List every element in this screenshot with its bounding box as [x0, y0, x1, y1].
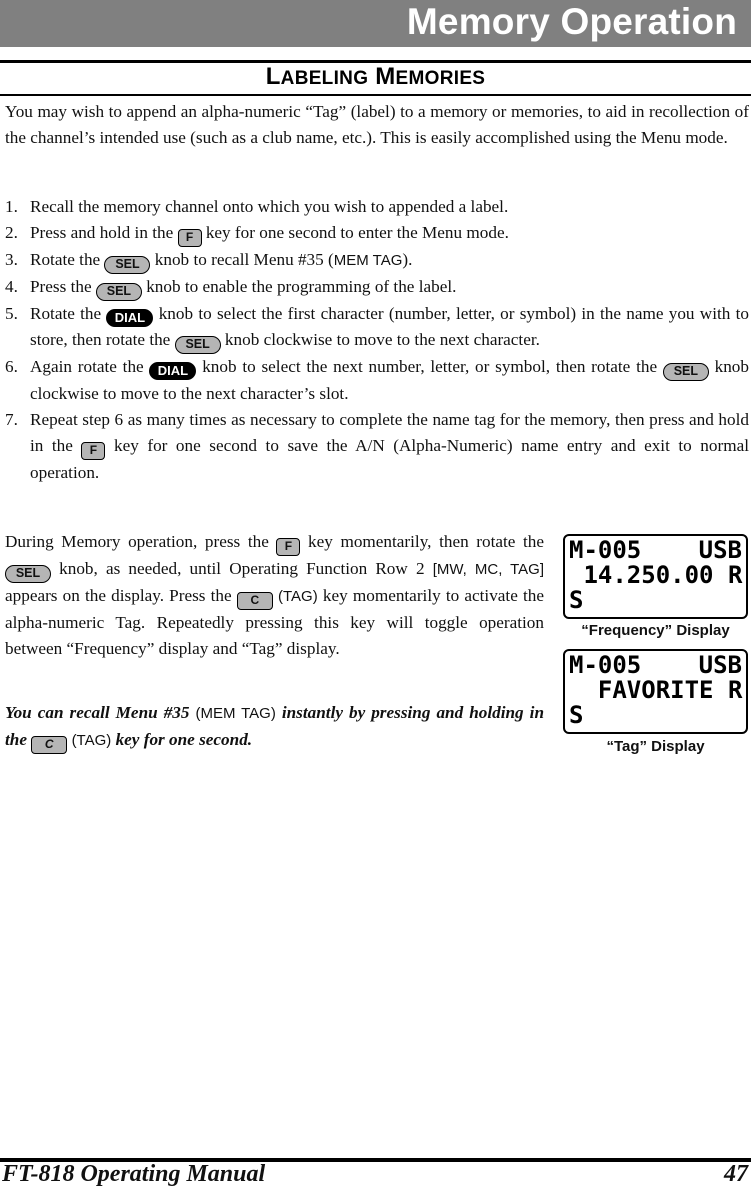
f-key-icon: F — [81, 442, 106, 460]
sel-knob-icon: SEL — [95, 283, 142, 301]
c-key-icon: C — [31, 736, 68, 754]
dial-knob-icon: DIAL — [106, 309, 154, 327]
list-item: 4. Press the SEL knob to enable the prog… — [5, 274, 749, 301]
f-key-icon: F — [177, 229, 202, 247]
sel-knob-icon: SEL — [104, 256, 151, 274]
section-rule — [0, 94, 751, 96]
tag-toggle-paragraph: During Memory operation, press the F key… — [5, 532, 544, 658]
f-key-icon: F — [276, 538, 301, 556]
list-item: 2. Press and hold in the F key for one s… — [5, 220, 749, 247]
manual-title: FT-818 Operating Manual — [2, 1161, 266, 1187]
list-item: 5. Rotate the DIAL knob to select the fi… — [5, 301, 749, 354]
c-key-icon: C — [236, 592, 273, 610]
tag-display-caption: “Tag” Display — [606, 738, 705, 755]
list-item: 3. Rotate the SEL knob to recall Menu #3… — [5, 247, 749, 274]
sel-knob-icon: SEL — [662, 363, 709, 381]
tag-display-lcd: M-005 USB FAVORITE R S — [563, 649, 748, 734]
page-number: 47 — [724, 1161, 748, 1187]
list-item: 7. Repeat step 6 as many times as necess… — [5, 410, 749, 482]
list-item: 6. Again rotate the DIAL knob to select … — [5, 357, 749, 403]
dial-knob-icon: DIAL — [149, 362, 197, 380]
intro-paragraph: You may wish to append an alpha-numeric … — [5, 102, 749, 147]
steps-list: 1. Recall the memory channel onto which … — [5, 194, 749, 486]
section-title: LABELING MEMORIES — [265, 63, 486, 90]
sel-knob-icon: SEL — [5, 565, 51, 583]
sel-knob-icon: SEL — [174, 336, 221, 354]
header-band: Memory Operation — [0, 0, 751, 47]
list-item: 1. Recall the memory channel onto which … — [5, 197, 509, 216]
chapter-title: Memory Operation — [406, 1, 737, 42]
frequency-display-lcd: M-005 USB 14.250.00 R S — [563, 534, 748, 619]
frequency-display-caption: “Frequency” Display — [581, 622, 730, 639]
tip-paragraph: You can recall Menu #35 (MEM TAG) instan… — [5, 700, 544, 754]
